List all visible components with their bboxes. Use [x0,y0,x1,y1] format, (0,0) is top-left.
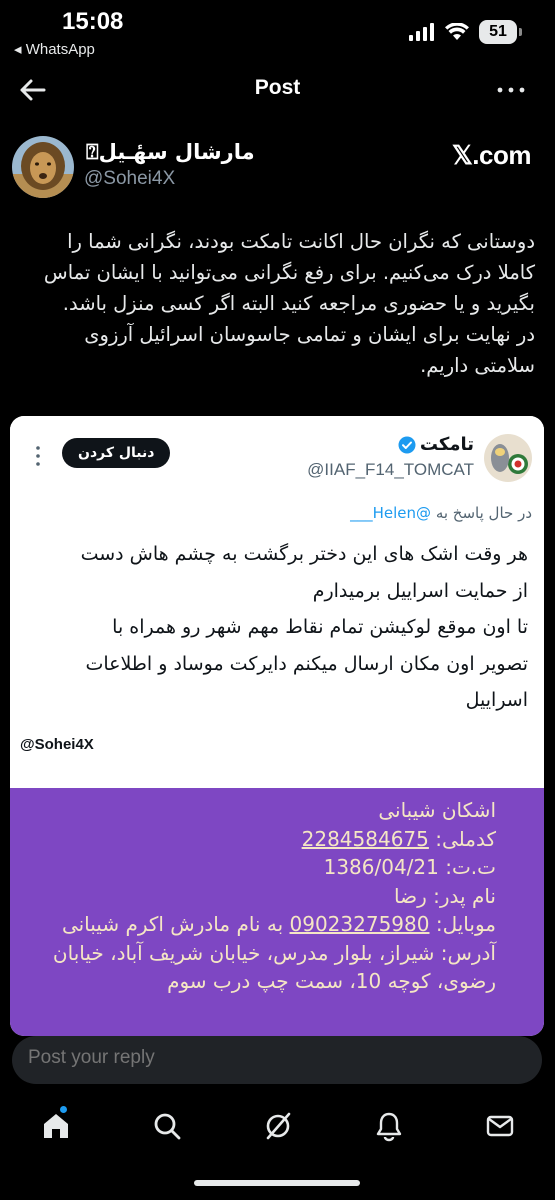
author-handle[interactable]: @Sohei4X [84,168,175,190]
doc-mobile-label: موبایل: [435,912,496,936]
status-bar: 15:08 ◂ WhatsApp 51 [0,0,555,64]
nav-search[interactable] [151,1110,183,1142]
battery-icon: 51 [479,20,522,44]
post-author: مارشال سهٔـیل⍰ @Sohei4X 𝕏.com [0,132,555,202]
quoted-avatar [484,434,532,482]
doc-address-2: رضوی، کوچه 10، سمت چپ درب سوم [167,969,496,993]
post-line: دوستانی که نگران حال اکانت تامکت بودند، … [67,230,535,253]
quoted-body: هر وقت اشک های این دختر برگشت به چشم هاش… [28,536,528,719]
doc-birth-date: ت.ت: 1386/04/21 [26,853,496,882]
back-to-whatsapp-link[interactable]: ◂ WhatsApp [14,40,95,58]
post-line: سلامتی داریم. [420,354,535,377]
quoted-line: تصویر اون مکان ارسال میکنم دایرکت موساد … [85,652,528,675]
notifications-icon [376,1112,402,1142]
home-icon [44,1114,68,1138]
notification-dot [60,1106,67,1113]
more-vertical-icon[interactable] [32,444,44,468]
embedded-image[interactable]: تامکت @IIAF_F14_TOMCAT دنبال کردن در حال… [10,416,544,1036]
home-indicator[interactable] [194,1180,360,1186]
doc-dob-value: 1386/04/21 [323,855,439,879]
quoted-name[interactable]: تامکت [420,434,474,455]
doc-address-1: آدرس: شیراز، بلوار مدرس، خیابان شریف آبا… [52,940,496,965]
messages-icon [486,1115,514,1137]
wifi-icon [445,23,469,40]
grok-icon [266,1112,291,1140]
avatar[interactable] [12,136,74,198]
status-time: 15:08 [62,8,124,35]
quoted-line: هر وقت اشک های این دختر برگشت به چشم هاش… [80,543,528,565]
author-name[interactable]: مارشال سهٔـیل⍰ [86,140,255,165]
replying-to-label: در حال پاسخ به [435,504,532,522]
search-icon [154,1113,181,1140]
doxx-document: اشکان شیبانی کدملی: 2284584675 ت.ت: 1386… [10,788,544,1036]
doc-mobile-suffix: به نام مادرش اکرم شیبانی [61,912,284,936]
doc-code-label: کدملی: [435,826,496,851]
page-title: Post [254,76,301,99]
quoted-handle[interactable]: @IIAF_F14_TOMCAT [307,460,474,480]
status-icons: 51 [409,20,522,44]
post-line: کاملا درک می‌کنیم. برای رفع نگرانی می‌تو… [43,261,535,284]
nav-home[interactable] [40,1106,72,1142]
quoted-line: اسراییل [465,689,528,711]
doc-mobile-value: 09023275980 [289,912,430,936]
nav-notifications[interactable] [373,1110,405,1142]
follow-button[interactable]: دنبال کردن [62,438,171,468]
post-body: دوستانی که نگران حال اکانت تامکت بودند، … [15,226,535,381]
reply-mention-link[interactable]: @Helen___ [350,504,431,522]
post-line: در نهایت برای ایشان و تمامی جاسوسان اسرا… [84,323,535,346]
doc-name: اشکان شیبانی [378,798,496,822]
verified-badge-icon [398,436,416,453]
doc-code-value: 2284584675 [301,826,429,851]
watermark: @Sohei4X [20,736,94,753]
quoted-line: از حمایت اسراییل برمیدارم [312,579,528,602]
reply-bar [12,1036,542,1084]
document-lines: اشکان شیبانی کدملی: 2284584675 ت.ت: 1386… [26,796,496,996]
top-nav: Post [0,64,555,116]
nav-messages[interactable] [484,1110,516,1142]
bottom-nav [0,1100,555,1160]
doc-mobile: موبایل: 09023275980 به نام مادرش اکرم شی… [26,910,496,939]
quoted-line: تا اون موقع لوکیشن تمام نقاط مهم شهر رو … [112,616,528,638]
signal-icon [409,23,434,41]
post-line: بگیرید و یا حضوری مراجعه کنید البته اگر … [62,292,535,315]
x-com-logo: 𝕏.com [451,140,532,170]
replying-to: در حال پاسخ به @Helen___ [350,504,532,522]
doc-father: نام پدر: رضا [394,883,496,908]
nav-grok[interactable] [262,1110,294,1142]
quoted-name-row: تامکت [398,434,474,455]
quoted-tweet: تامکت @IIAF_F14_TOMCAT دنبال کردن در حال… [10,416,544,788]
doc-dob-label: ت.ت: [445,855,496,879]
reply-input[interactable] [28,1047,508,1069]
doc-national-code: کدملی: 2284584675 [26,825,496,854]
more-icon[interactable] [495,78,527,102]
